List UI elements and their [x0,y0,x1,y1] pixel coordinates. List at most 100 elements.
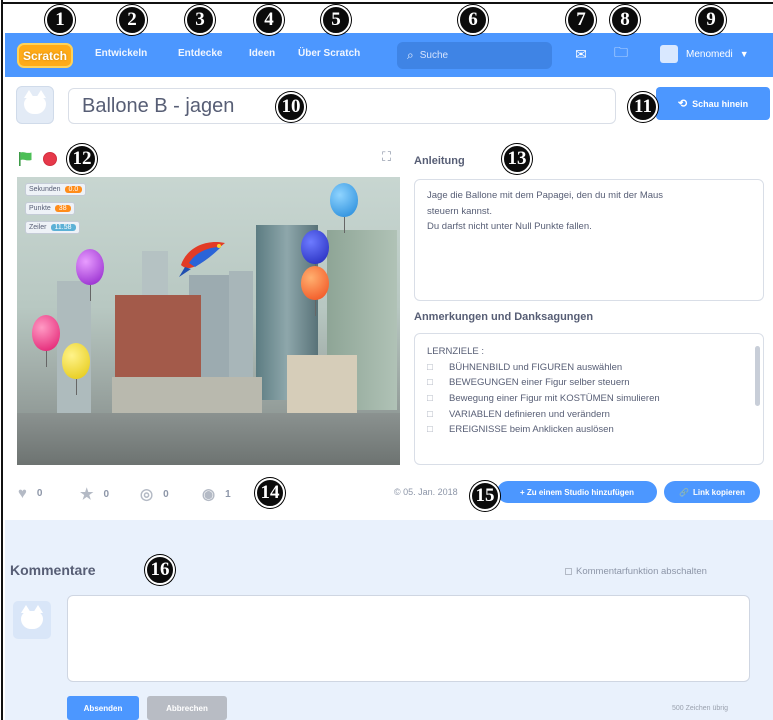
heart-icon: ♥ [18,485,27,502]
messages-icon[interactable]: ✉ [572,45,590,63]
notes-item: □ Bewegung einer Figur mit KOSTÜMEN simul… [427,393,660,405]
comment-user-avatar [13,601,51,639]
views-count: 1 [225,488,231,500]
variable-monitor-seconds[interactable]: Sekunden 0.0 [25,183,87,196]
comments-toggle-label: Kommentarfunktion abschalten [576,566,707,577]
characters-left: 500 Zeichen übrig [672,705,729,712]
balloon-sprite-orange[interactable] [301,266,329,316]
monitor-label: Punkte [29,205,51,212]
notes-item: □ VARIABLEN definieren und verändern [427,408,610,420]
notes-scrollbar[interactable] [755,346,760,406]
monitor-value: 38 [54,205,71,212]
search-icon: ⌕ [407,48,414,62]
copy-link-label: Link kopieren [692,487,745,497]
instructions-line: Jage die Ballone mit dem Papagei, den du… [427,190,664,201]
callout-badge: 15 [470,481,500,511]
callout-badge: 6 [458,5,488,35]
love-count: 0 [36,488,43,499]
project-stage[interactable]: Sekunden 0.0 Punkte 38 Zeiler 11.58 [17,177,400,465]
callout-badge: 9 [696,5,726,35]
project-owner-avatar[interactable] [16,86,54,124]
search-input[interactable] [419,50,535,61]
instructions-line: Du darfst nicht unter Null Punkte fallen… [427,221,592,233]
variable-monitor-points[interactable]: Punkte 38 [25,202,75,215]
comment-input[interactable] [67,595,750,682]
fullscreen-icon[interactable]: ⛶ [382,149,391,165]
favorite-count: 0 [103,488,110,500]
checkbox[interactable] [565,568,572,575]
callout-badge: 12 [67,144,97,174]
instructions-title: Anleitung [414,155,465,167]
callout-badge: 16 [145,555,175,585]
user-avatar [660,45,678,63]
notes-title: Anmerkungen und Danksagungen [414,311,594,323]
copy-link-button[interactable]: 🔗 Link kopieren [664,481,760,503]
balloon-sprite-purple[interactable] [76,249,104,301]
comments-toggle[interactable]: Kommentarfunktion abschalten [565,566,707,577]
stop-icon[interactable] [43,152,57,166]
notes-item: □ BÜHNENBILD und FIGUREN auswählen [427,361,623,373]
callout-badge: 5 [321,5,351,35]
project-title-field[interactable]: Ballone B - jagen [68,88,616,124]
remix-stat: ◎ 0 [140,485,169,503]
nav-link-explore[interactable]: Entdecke [178,48,222,59]
nav-link-create[interactable]: Entwickeln [95,48,147,59]
monitor-label: Sekunden [29,186,61,193]
notes-heading: LERNZIELE : [427,346,485,357]
variable-monitor-counter[interactable]: Zeiler 11.58 [25,221,80,234]
monitor-value: 11.58 [50,224,76,231]
callout-badge: 3 [185,5,215,35]
callout-badge: 14 [255,478,285,508]
search-box[interactable]: ⌕ [397,42,552,69]
monitor-value: 0.0 [64,186,83,193]
see-inside-label: Schau hinein [692,98,749,109]
instructions-line: steuern kannst. [427,205,492,217]
callout-badge: 13 [502,144,532,174]
top-navbar: Scratch Entwickeln Entdecke Ideen Über S… [5,33,773,77]
nav-link-ideas[interactable]: Ideen [249,48,275,59]
balloon-sprite-darkblue[interactable] [301,230,329,280]
username: Menomedi [686,48,733,60]
remix-icon: ◎ [140,486,154,503]
remix-arrows-icon: ⟲ [677,98,688,110]
views-stat: ◉ 1 [202,485,231,503]
callout-badge: 4 [254,5,284,35]
callout-badge: 11 [628,92,658,122]
post-comment-button[interactable]: Absenden [67,696,139,720]
balloon-sprite-pink[interactable] [32,315,60,367]
low-building [287,355,357,420]
add-to-studio-button[interactable]: + Zu einem Studio hinzufügen [497,481,657,503]
chevron-down-icon: ▼ [739,49,749,59]
callout-badge: 2 [117,5,147,35]
green-flag-icon[interactable] [18,151,33,166]
notes-box[interactable]: LERNZIELE : □ BÜHNENBILD und FIGUREN ausw… [414,333,764,465]
eye-icon: ◉ [202,486,216,503]
star-icon: ★ [80,486,94,503]
see-inside-button[interactable]: ⟲ Schau hinein [656,87,770,120]
notes-item: □ BEWEGUNGEN einer Figur selber steuern [427,377,630,389]
share-date: © 05. Jan. 2018 [394,487,458,497]
instructions-box[interactable]: Jage die Ballone mit dem Papagei, den du… [414,179,764,301]
frame-line-top [1,2,773,4]
callout-badge: 1 [45,5,75,35]
frame-line-left [1,0,3,720]
favorite-stat[interactable]: ★ 0 [80,485,109,503]
notes-item: □ EREIGNISSE beim Anklicken auslösen [427,424,614,436]
parrot-sprite[interactable] [177,237,229,277]
monitor-label: Zeiler [29,224,47,231]
street [17,413,400,465]
nav-link-about[interactable]: Über Scratch [298,48,360,59]
balloon-sprite-blue[interactable] [330,183,358,233]
love-stat[interactable]: ♥ 0 [18,485,42,502]
cancel-comment-button[interactable]: Abbrechen [147,696,227,720]
remix-count: 0 [163,488,169,500]
comments-title: Kommentare [10,562,96,578]
callout-badge: 10 [276,92,306,122]
my-stuff-folder-icon[interactable]: 🗀 [612,44,630,63]
user-menu[interactable]: Menomedi ▼ [660,45,749,63]
balloon-sprite-yellow[interactable] [62,343,90,395]
scratch-logo[interactable]: Scratch [17,43,73,68]
link-icon: 🔗 [679,487,689,497]
callout-badge: 8 [610,5,640,35]
callout-badge: 7 [566,5,596,35]
